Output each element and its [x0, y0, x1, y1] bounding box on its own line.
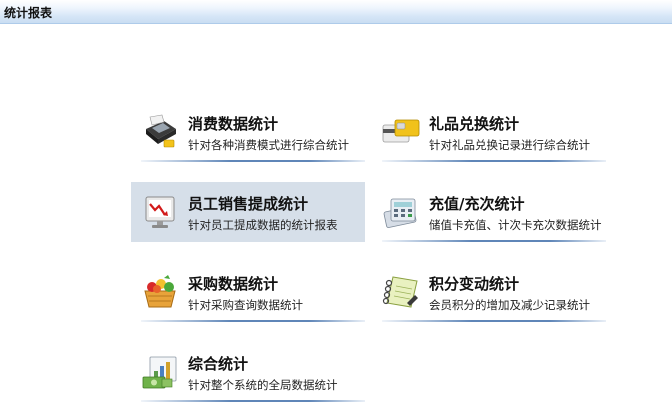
gift-card-icon [381, 113, 421, 151]
pos-terminal-icon [140, 113, 180, 151]
tile-description: 针对员工提成数据的统计报表 [188, 218, 338, 232]
title-bar: 统计报表 [0, 0, 672, 24]
tile-label: 积分变动统计 [429, 275, 520, 293]
tile-label: 员工销售提成统计 [188, 195, 309, 213]
purchase-stats-tile[interactable]: 采购数据统计 针对采购查询数据统计 [131, 262, 365, 322]
tile-description: 针对礼品兑换记录进行综合统计 [429, 138, 590, 152]
recharge-stats-tile[interactable]: 充值/充次统计 储值卡充值、计次卡充次数据统计 [372, 182, 606, 242]
tile-label: 礼品兑换统计 [429, 115, 520, 133]
tile-description: 针对整个系统的全局数据统计 [188, 378, 338, 392]
monitor-chart-icon [140, 193, 180, 231]
tile-underline [382, 240, 606, 242]
shopping-basket-icon [140, 273, 180, 311]
tile-description: 会员积分的增加及减少记录统计 [429, 298, 590, 312]
tile-description: 针对采购查询数据统计 [188, 298, 303, 312]
tile-label: 采购数据统计 [188, 275, 279, 293]
tile-underline [141, 400, 365, 402]
tile-description: 储值卡充值、计次卡充次数据统计 [429, 218, 602, 232]
gift-exchange-stats-tile[interactable]: 礼品兑换统计 针对礼品兑换记录进行综合统计 [372, 102, 606, 162]
money-chart-icon [140, 353, 180, 391]
staff-commission-stats-tile[interactable]: 员工销售提成统计 针对员工提成数据的统计报表 [131, 182, 365, 242]
tile-description: 针对各种消费模式进行综合统计 [188, 138, 349, 152]
tile-underline [382, 320, 606, 322]
consumption-stats-tile[interactable]: 消费数据统计 针对各种消费模式进行综合统计 [131, 102, 365, 162]
page-title: 统计报表 [4, 6, 53, 20]
tile-label: 综合统计 [188, 355, 249, 373]
points-change-stats-tile[interactable]: 积分变动统计 会员积分的增加及减少记录统计 [372, 262, 606, 322]
tile-underline [141, 160, 365, 162]
tile-label: 充值/充次统计 [429, 195, 525, 213]
overall-stats-tile[interactable]: 综合统计 针对整个系统的全局数据统计 [131, 342, 365, 402]
tile-underline [382, 160, 606, 162]
tile-underline [141, 320, 365, 322]
notebook-icon [381, 273, 421, 311]
calculator-icon [381, 193, 421, 231]
tile-label: 消费数据统计 [188, 115, 279, 133]
